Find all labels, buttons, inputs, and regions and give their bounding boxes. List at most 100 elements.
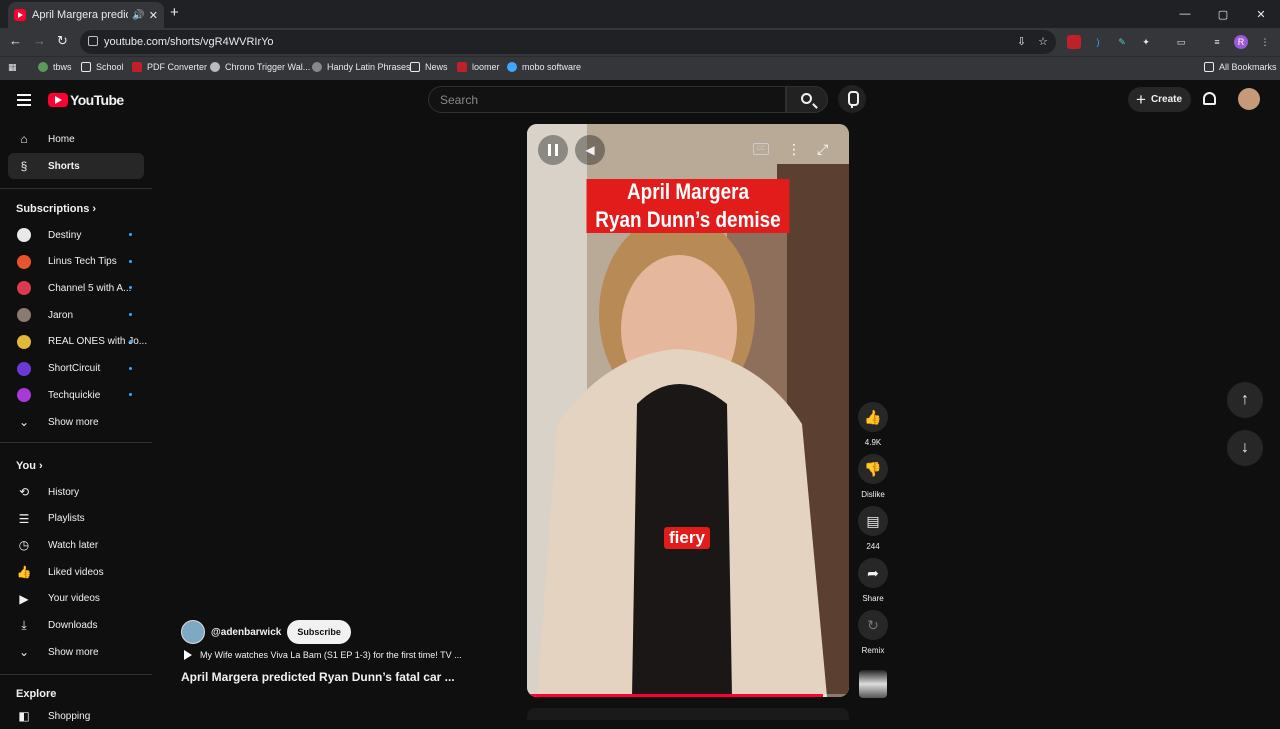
- apps-grid-icon[interactable]: ▦: [8, 62, 17, 73]
- minimize-button[interactable]: —: [1166, 0, 1204, 28]
- sidebar-subscription-item[interactable]: Destiny: [8, 222, 144, 248]
- comments-button[interactable]: ▤: [858, 506, 888, 536]
- divider: [0, 442, 152, 443]
- explore-heading: Explore: [16, 688, 57, 700]
- video-progress-bar[interactable]: [527, 694, 849, 697]
- browser-tab[interactable]: April Margera predicted Ry 🔊 ✕: [8, 2, 164, 28]
- you-show-more[interactable]: ⌄ Show more: [8, 639, 144, 665]
- youtube-play-logo-icon: [48, 93, 68, 107]
- sidebar-item-watch-later[interactable]: ◷ Watch later: [8, 532, 144, 558]
- fullscreen-expand-icon[interactable]: ⤢: [817, 141, 828, 158]
- channel-avatar[interactable]: [181, 620, 205, 644]
- you-heading[interactable]: You ›: [16, 460, 43, 472]
- channel-avatar: [17, 334, 31, 349]
- media-controls-icon[interactable]: ≡: [1210, 35, 1224, 49]
- install-app-icon[interactable]: ⇩: [1017, 35, 1026, 48]
- back-arrow-icon[interactable]: ←: [9, 33, 22, 48]
- captions-cc-button[interactable]: CC: [753, 143, 769, 155]
- url-text[interactable]: youtube.com/shorts/vgR4WVRIrYo: [104, 36, 274, 48]
- bookmark-item[interactable]: tbws: [38, 62, 72, 72]
- user-avatar[interactable]: [1238, 88, 1260, 110]
- remix-button[interactable]: ↻: [858, 610, 888, 640]
- notifications-bell-icon[interactable]: [1203, 92, 1216, 105]
- all-bookmarks-folder[interactable]: All Bookmarks: [1204, 62, 1277, 72]
- dislike-button[interactable]: 👎: [858, 454, 888, 484]
- subscriptions-show-more[interactable]: ⌄ Show more: [8, 409, 144, 435]
- divider: [0, 674, 152, 675]
- channel-avatar: [17, 361, 31, 376]
- browser-menu-icon[interactable]: ⋮: [1258, 35, 1272, 49]
- sidebar-item-downloads[interactable]: ⤓ Downloads: [8, 613, 144, 639]
- bookmark-item[interactable]: mobo software: [507, 62, 581, 72]
- side-panel-icon[interactable]: ▭: [1174, 35, 1188, 49]
- sidebar: ⌂ Home § Shorts Subscriptions › Destiny L…: [0, 120, 152, 723]
- share-action: ➦ Share: [858, 558, 888, 603]
- bookmark-item[interactable]: PDF Converter: [132, 62, 207, 72]
- shorts-video-player[interactable]: ◀ CC ⋮ ⤢ April Margera predicted Ryan Du…: [527, 124, 849, 697]
- play-icon: [184, 650, 192, 660]
- sidebar-subscription-item[interactable]: Linus Tech Tips: [8, 249, 144, 275]
- site-info-icon[interactable]: [88, 36, 98, 46]
- previous-short-up-arrow-icon[interactable]: ↑: [1227, 382, 1263, 418]
- bookmark-item[interactable]: Chrono Trigger Wal...: [210, 62, 310, 72]
- volume-icon[interactable]: ◀: [575, 135, 605, 165]
- short-title[interactable]: April Margera predicted Ryan Dunn’s fata…: [181, 670, 455, 684]
- channel-handle[interactable]: @adenbarwick: [211, 627, 281, 638]
- channel-avatar: [17, 281, 31, 296]
- sidebar-item-playlists[interactable]: ☰ Playlists: [8, 506, 144, 532]
- address-bar[interactable]: youtube.com/shorts/vgR4WVRIrYo ⇩ ☆: [80, 30, 1056, 54]
- extension-icon[interactable]: [1067, 35, 1081, 49]
- chevron-down-icon: ⌄: [18, 415, 30, 429]
- sidebar-item-history[interactable]: ⟲ History: [8, 479, 144, 505]
- youtube-logo[interactable]: YouTube: [48, 92, 124, 108]
- menu-hamburger-icon[interactable]: [17, 94, 31, 106]
- voice-search-mic-icon[interactable]: [838, 85, 866, 113]
- linked-video[interactable]: My Wife watches Viva La Bam (S1 EP 1-3) …: [184, 650, 462, 660]
- remix-action: ↻ Remix: [858, 610, 888, 655]
- search-icon: [801, 93, 812, 104]
- sidebar-item-shorts[interactable]: § Shorts: [8, 153, 144, 179]
- search-input[interactable]: Search: [428, 86, 786, 113]
- close-window-button[interactable]: ✕: [1242, 0, 1280, 28]
- bookmark-folder[interactable]: News: [410, 62, 448, 72]
- next-short-down-arrow-icon[interactable]: ↓: [1227, 430, 1263, 466]
- audio-source-thumbnail[interactable]: [859, 670, 887, 698]
- audio-playing-icon[interactable]: 🔊: [132, 10, 144, 21]
- extension-icon[interactable]: ): [1091, 35, 1105, 49]
- create-button[interactable]: + Create: [1128, 87, 1191, 112]
- bookmark-item[interactable]: Handy Latin Phrases: [312, 62, 411, 72]
- like-button[interactable]: 👍: [858, 402, 888, 432]
- share-button[interactable]: ➦: [858, 558, 888, 588]
- subscribe-button[interactable]: Subscribe: [287, 620, 351, 644]
- maximize-button[interactable]: ▢: [1204, 0, 1242, 28]
- comments-action: ▤ 244: [858, 506, 888, 551]
- search-button[interactable]: [786, 86, 828, 113]
- reload-icon[interactable]: ↻: [57, 33, 68, 49]
- sidebar-subscription-item[interactable]: Jaron: [8, 302, 144, 328]
- extension-icon[interactable]: ✎: [1115, 35, 1129, 49]
- sidebar-item-your-videos[interactable]: ▶ Your videos: [8, 586, 144, 612]
- tab-close-button[interactable]: ✕: [149, 9, 158, 22]
- profile-avatar-icon[interactable]: R: [1234, 35, 1248, 49]
- sidebar-subscription-item[interactable]: Techquickie: [8, 382, 144, 408]
- forward-arrow-icon[interactable]: →: [33, 33, 46, 48]
- sidebar-item-home[interactable]: ⌂ Home: [8, 126, 144, 152]
- sidebar-item-shopping[interactable]: ◧ Shopping: [8, 703, 144, 729]
- share-label: Share: [862, 594, 884, 603]
- extensions-puzzle-icon[interactable]: ✦: [1139, 35, 1153, 49]
- bookmark-folder[interactable]: School: [81, 62, 124, 72]
- new-tab-button[interactable]: +: [170, 4, 179, 21]
- chevron-down-icon: ⌄: [18, 645, 30, 659]
- bookmarks-bar: ▦ tbws School PDF Converter Chrono Trigg…: [0, 56, 1280, 80]
- bookmark-item[interactable]: loomer: [457, 62, 500, 72]
- sidebar-subscription-item[interactable]: ShortCircuit: [8, 356, 144, 382]
- sidebar-subscription-item[interactable]: REAL ONES with Jo...: [8, 329, 147, 355]
- subscriptions-heading[interactable]: Subscriptions ›: [16, 203, 96, 215]
- dislike-label: Dislike: [861, 490, 885, 499]
- pause-button[interactable]: [538, 135, 568, 165]
- sidebar-item-liked-videos[interactable]: 👍 Liked videos: [8, 559, 144, 585]
- more-options-icon[interactable]: ⋮: [787, 141, 801, 158]
- bookmark-star-icon[interactable]: ☆: [1038, 35, 1048, 48]
- sidebar-subscription-item[interactable]: Channel 5 with A...: [8, 275, 144, 301]
- playlists-icon: ☰: [18, 511, 30, 526]
